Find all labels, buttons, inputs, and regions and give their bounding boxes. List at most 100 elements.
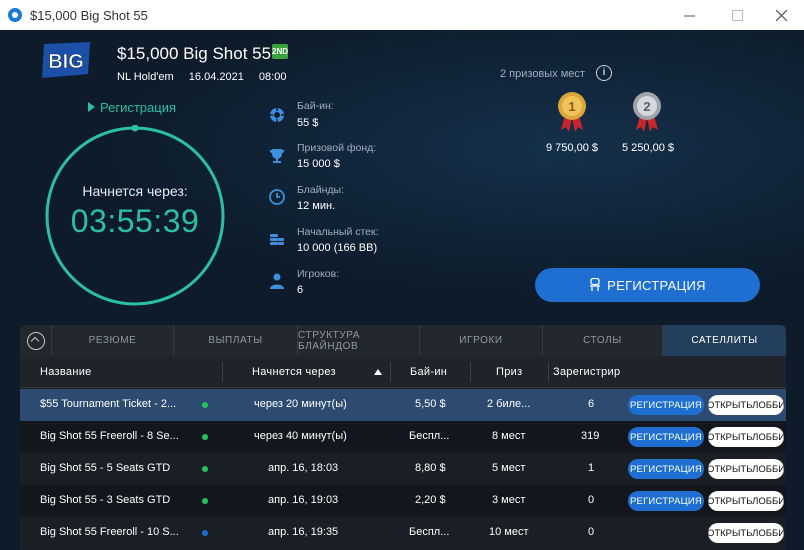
- blinds-label: Блайнды:: [297, 184, 344, 196]
- row-buyin: Беспл...: [409, 526, 450, 538]
- maximize-button[interactable]: [722, 4, 752, 26]
- row-name: Big Shot 55 Freeroll - 8 Se...: [40, 430, 179, 442]
- row-prize: 2 биле...: [487, 398, 531, 410]
- status-dot: [202, 466, 208, 472]
- starting-stack-label: Начальный стек:: [297, 226, 379, 238]
- row-registered: 0: [588, 526, 595, 538]
- window-title: $15,000 Big Shot 55: [30, 8, 148, 23]
- minimize-button[interactable]: [674, 4, 704, 26]
- row-register-button[interactable]: РЕГИСТРАЦИЯ: [628, 395, 704, 415]
- close-button[interactable]: [766, 4, 796, 26]
- column-divider: [548, 362, 549, 382]
- status-dot: [202, 402, 208, 408]
- prizepool-label: Призовой фонд:: [297, 142, 377, 154]
- maximize-icon: [731, 9, 743, 21]
- row-open-lobby-button[interactable]: ОТКРЫТЬЛОББИ: [708, 491, 784, 511]
- gold-medal-icon: 1: [558, 92, 586, 132]
- clock-icon: [269, 189, 285, 205]
- table-header: Название Начнется через Бай-ин Приз Заре…: [20, 356, 786, 388]
- game-type: NL Hold'em: [117, 71, 174, 83]
- big-logo-icon: BIG: [42, 42, 90, 78]
- table-row[interactable]: Big Shot 55 Freeroll - 10 S... апр. 16, …: [20, 517, 786, 549]
- row-starts: через 20 минут(ы): [254, 398, 347, 410]
- row-starts: через 40 минут(ы): [254, 430, 347, 442]
- column-divider: [470, 362, 471, 382]
- chips-stack-icon: [270, 234, 284, 245]
- second-chance-badge: 2ND: [272, 44, 288, 59]
- tab-tables[interactable]: СТОЛЫ: [543, 325, 663, 356]
- table-row[interactable]: Big Shot 55 - 5 Seats GTD апр. 16, 18:03…: [20, 453, 786, 485]
- tab-players[interactable]: ИГРОКИ: [420, 325, 543, 356]
- col-buyin[interactable]: Бай-ин: [410, 366, 447, 378]
- col-starts[interactable]: Начнется через: [252, 366, 336, 378]
- tab-payouts[interactable]: ВЫПЛАТЫ: [174, 325, 298, 356]
- start-date: 16.04.2021: [188, 71, 244, 83]
- app-icon: [8, 8, 22, 22]
- row-starts: апр. 16, 19:35: [268, 526, 339, 538]
- row-registered: 0: [588, 494, 595, 506]
- collapse-button[interactable]: [20, 325, 52, 356]
- minimize-icon: [683, 15, 695, 16]
- row-name: Big Shot 55 - 5 Seats GTD: [40, 462, 171, 474]
- players-label: Игроков:: [297, 268, 340, 280]
- status-dot: [202, 434, 208, 440]
- row-open-lobby-button[interactable]: ОТКРЫТЬЛОББИ: [708, 523, 784, 543]
- chevron-up-icon: [26, 331, 45, 350]
- row-open-lobby-button[interactable]: ОТКРЫТЬЛОББИ: [708, 395, 784, 415]
- register-button[interactable]: РЕГИСТРАЦИЯ: [535, 268, 760, 302]
- blinds-value: 12 мин.: [297, 200, 336, 212]
- svg-text:2: 2: [643, 99, 650, 114]
- row-starts: апр. 16, 18:03: [268, 462, 339, 474]
- table-row[interactable]: Big Shot 55 Freeroll - 8 Se... через 40 …: [20, 421, 786, 453]
- status-dot: [202, 498, 208, 504]
- tab-satellites[interactable]: САТЕЛЛИТЫ: [663, 325, 786, 356]
- row-name: $55 Tournament Ticket - 2...: [40, 398, 177, 410]
- row-open-lobby-button[interactable]: ОТКРЫТЬЛОББИ: [708, 459, 784, 479]
- row-starts: апр. 16, 19:03: [268, 494, 339, 506]
- register-button-label: РЕГИСТРАЦИЯ: [607, 277, 706, 293]
- row-registered: 6: [588, 398, 595, 410]
- logo-text: BIG: [48, 51, 84, 73]
- close-icon: [775, 9, 787, 21]
- column-divider: [390, 362, 391, 382]
- play-icon: [88, 102, 95, 112]
- silver-medal-icon: 2: [633, 92, 661, 132]
- trophy-icon: [270, 149, 284, 163]
- second-prize-amount: 5 250,00 $: [622, 142, 674, 154]
- col-name[interactable]: Название: [40, 366, 92, 378]
- row-registered: 319: [581, 430, 600, 442]
- col-registered[interactable]: Зарегистрир: [553, 366, 620, 378]
- countdown-label: Начнется через:: [82, 183, 188, 199]
- row-open-lobby-button[interactable]: ОТКРЫТЬЛОББИ: [708, 427, 784, 447]
- row-buyin: Беспл...: [409, 430, 450, 442]
- row-register-button[interactable]: РЕГИСТРАЦИЯ: [628, 427, 704, 447]
- row-prize: 10 мест: [489, 526, 529, 538]
- row-prize: 5 мест: [492, 462, 526, 474]
- chip-icon: [270, 108, 284, 122]
- svg-text:1: 1: [568, 99, 575, 114]
- prizepool-value: 15 000 $: [297, 158, 340, 170]
- row-register-button[interactable]: РЕГИСТРАЦИЯ: [628, 459, 704, 479]
- tab-blind-structure[interactable]: СТРУКТУРА БЛАЙНДОВ: [298, 325, 420, 356]
- tournament-meta: NL Hold'em 16.04.2021 08:00: [117, 71, 298, 83]
- tournament-title: $15,000 Big Shot 55: [117, 44, 272, 63]
- col-prize[interactable]: Приз: [496, 366, 522, 378]
- buyin-value: 55 $: [297, 117, 319, 129]
- buyin-label: Бай-ин:: [297, 100, 334, 112]
- tab-summary[interactable]: РЕЗЮМЕ: [52, 325, 174, 356]
- row-registered: 1: [588, 462, 595, 474]
- row-buyin: 8,80 $: [415, 462, 446, 474]
- row-prize: 8 мест: [492, 430, 526, 442]
- column-divider: [222, 362, 223, 382]
- table-row[interactable]: Big Shot 55 - 3 Seats GTD апр. 16, 19:03…: [20, 485, 786, 517]
- prize-places-label: 2 призовых мест: [500, 68, 585, 80]
- sort-asc-icon: [374, 369, 382, 375]
- row-prize: 3 мест: [492, 494, 526, 506]
- players-value: 6: [297, 284, 304, 296]
- table-row[interactable]: $55 Tournament Ticket - 2... через 20 ми…: [20, 389, 786, 421]
- row-name: Big Shot 55 - 3 Seats GTD: [40, 494, 171, 506]
- row-buyin: 5,50 $: [415, 398, 446, 410]
- user-icon: [270, 273, 284, 289]
- row-register-button[interactable]: РЕГИСТРАЦИЯ: [628, 491, 704, 511]
- info-icon[interactable]: i: [596, 65, 612, 81]
